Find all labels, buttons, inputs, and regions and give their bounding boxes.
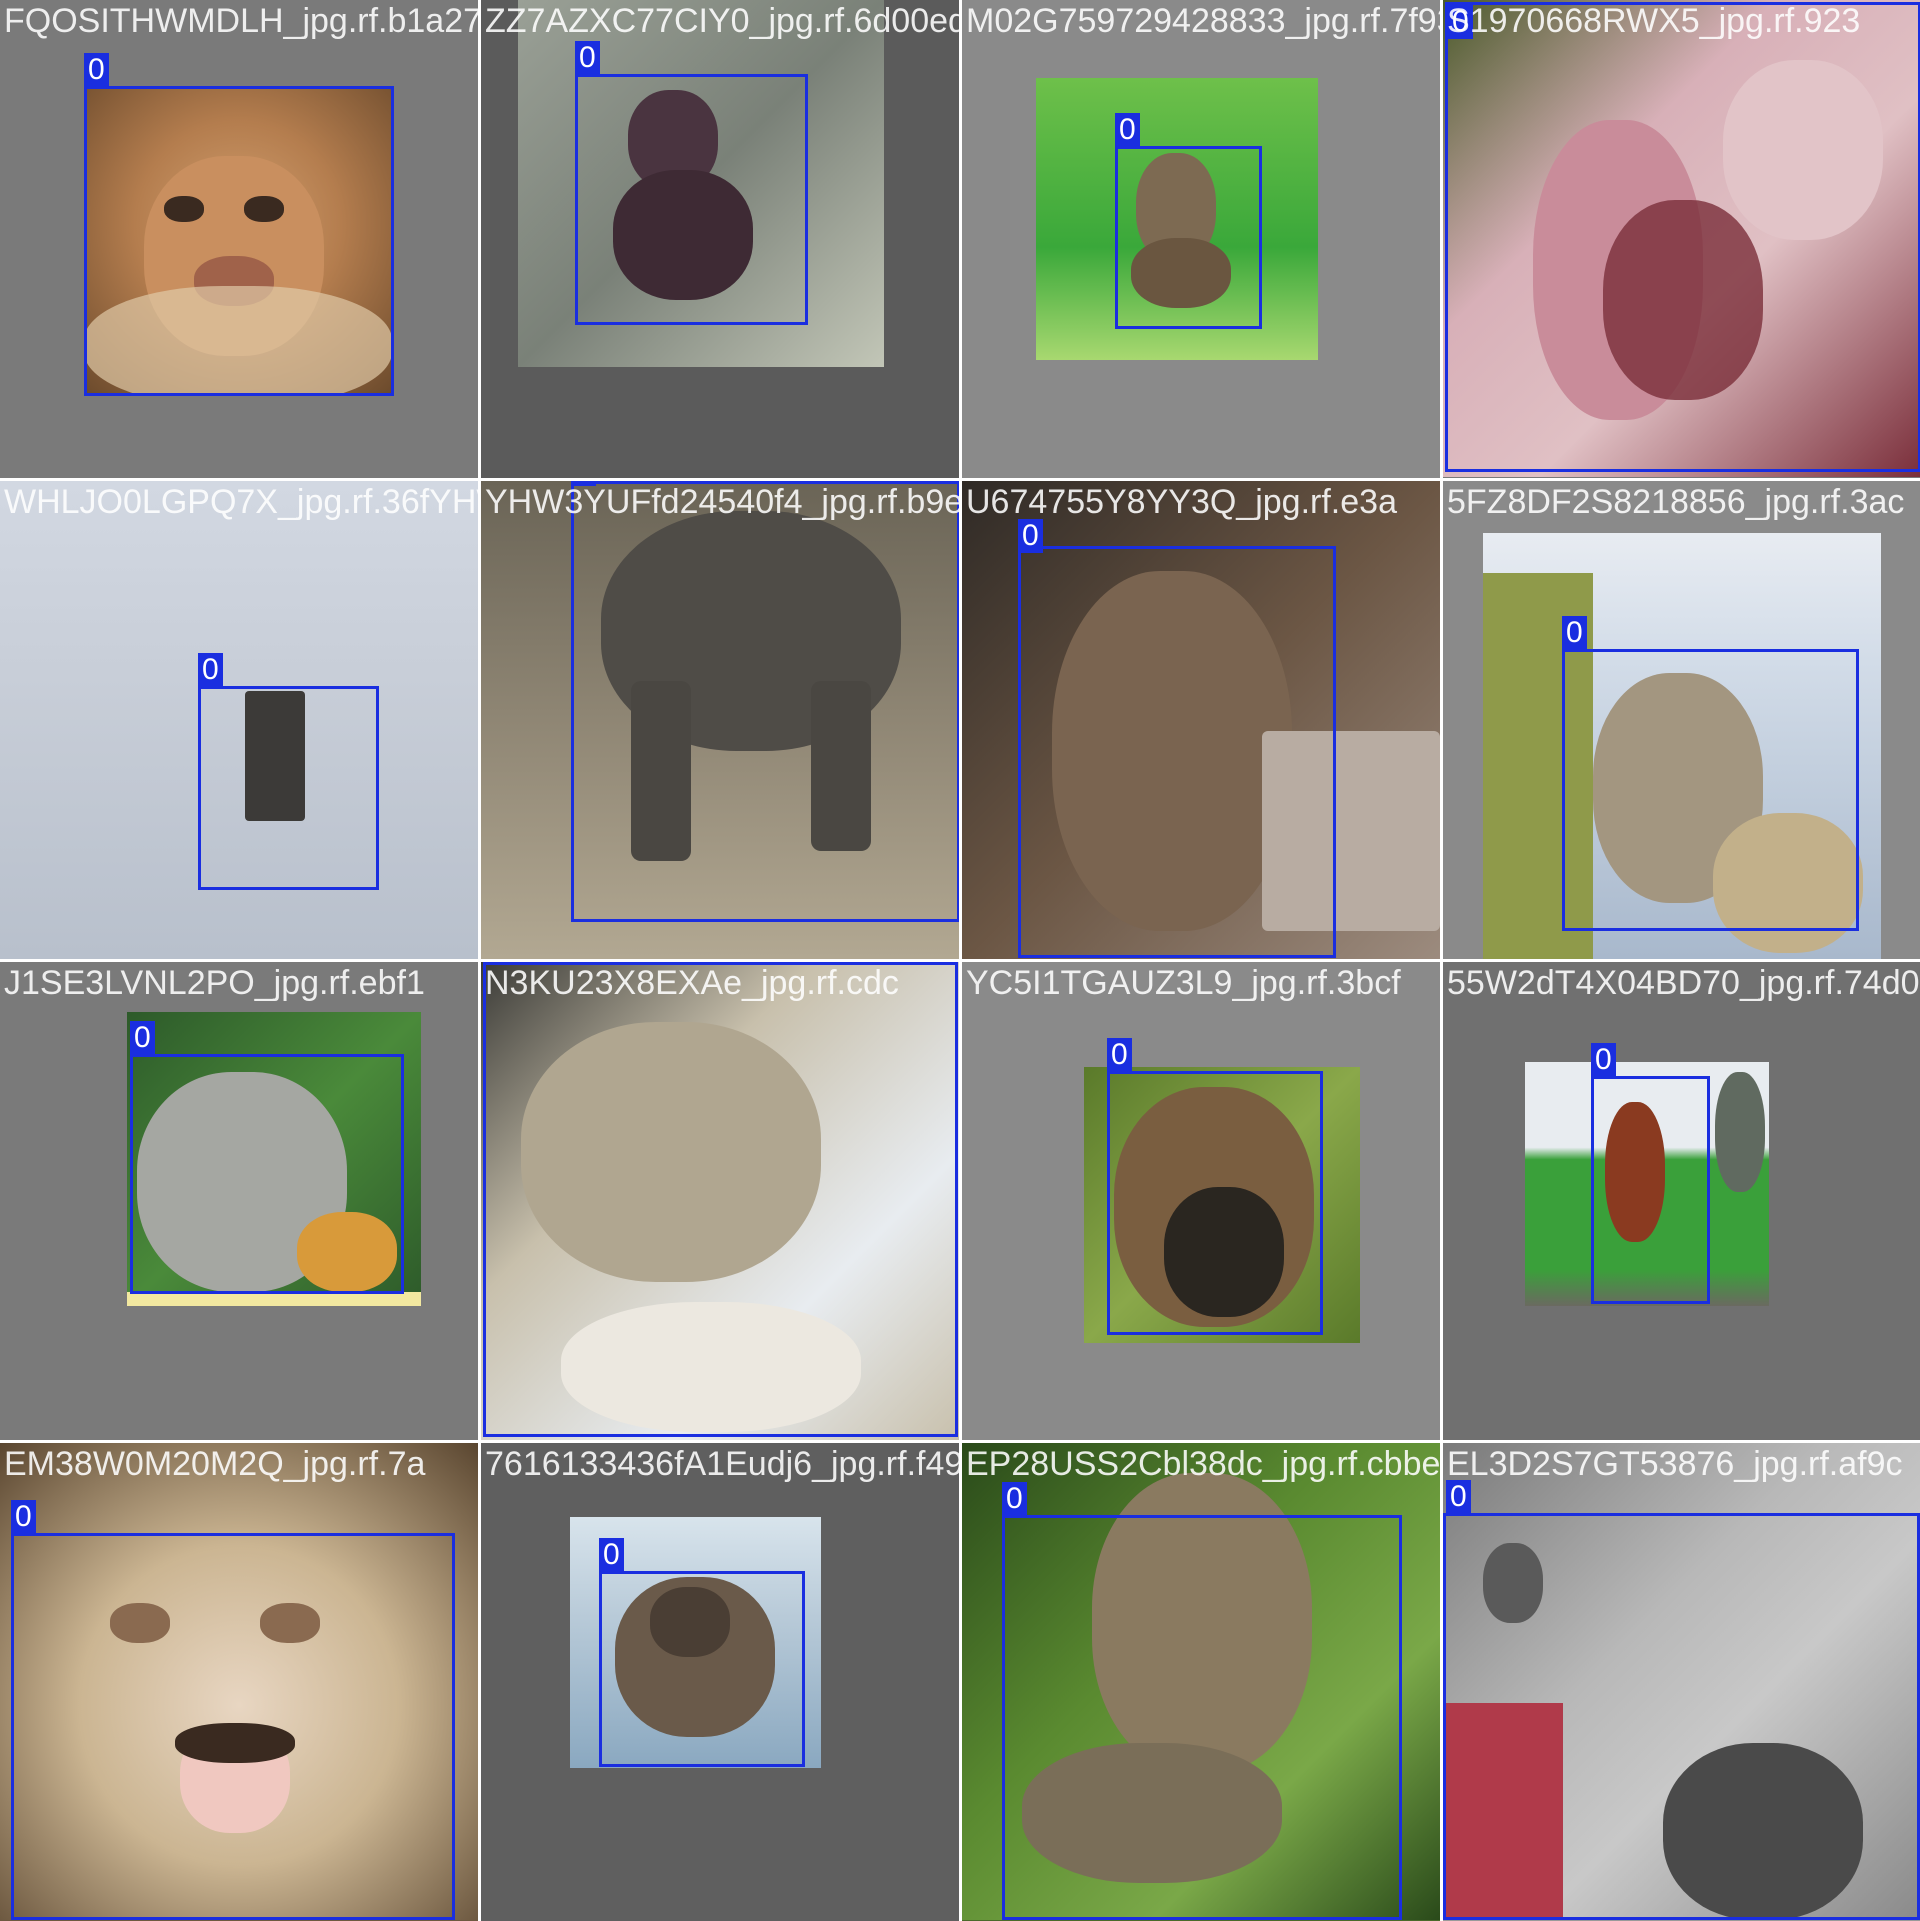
tile-8: 0 5FZ8DF2S8218856_jpg.rf.3ac — [1443, 481, 1920, 959]
tile-12: 0 55W2dT4X04BD70_jpg.rf.74d0 — [1443, 962, 1920, 1440]
box-label: 0 — [575, 41, 600, 75]
tile-filename: 5FZ8DF2S8218856_jpg.rf.3ac — [1447, 483, 1905, 521]
box-label: 0 — [1115, 113, 1140, 147]
box-label: 0 — [599, 1538, 624, 1572]
box-label: 0 — [1002, 1482, 1027, 1516]
tile-filename: 55W2dT4X04BD70_jpg.rf.74d0 — [1447, 964, 1920, 1002]
bounding-box: 0 — [1591, 1043, 1710, 1304]
bounding-box: 0 — [130, 1021, 404, 1294]
bounding-box: 0 — [571, 481, 959, 922]
box-label: 0 — [571, 481, 596, 486]
box-label: 0 — [1562, 616, 1587, 650]
box-label: 0 — [1591, 1043, 1616, 1077]
bounding-box: 0 — [599, 1538, 805, 1767]
tile-1: 0 FQOSITHWMDLH_jpg.rf.b1a2743bd247dfd068… — [0, 0, 478, 478]
tile-filename: 7616133436fA1Eudj6_jpg.rf.f49c0 — [485, 1445, 959, 1483]
tile-6: 0 YHW3YUFfd24540f4_jpg.rf.b9e — [481, 481, 959, 959]
bounding-box: 0 — [1107, 1038, 1323, 1335]
box-label: 0 — [84, 53, 109, 87]
tile-9: 0 J1SE3LVNL2PO_jpg.rf.ebf1 — [0, 962, 478, 1440]
tile-14: 0 7616133436fA1Eudj6_jpg.rf.f49c0 — [481, 1443, 959, 1921]
tile-5: 0 WHLJO0LGPQ7X_jpg.rf.36fYHW3YUFfd24540f… — [0, 481, 478, 959]
tile-16: 0 EL3D2S7GT53876_jpg.rf.af9c — [1443, 1443, 1920, 1921]
box-label: 0 — [1446, 1480, 1471, 1514]
tile-7: 0 U674755Y8YY3Q_jpg.rf.e3a — [962, 481, 1440, 959]
bounding-box: 0 — [1115, 113, 1262, 329]
tile-15: 0 EP28USS2Cbl38dc_jpg.rf.cbbe — [962, 1443, 1440, 1921]
tile-filename: M02G759729428833_jpg.rf.7f93852a8c266097… — [966, 2, 1440, 40]
tile-filename: J1SE3LVNL2PO_jpg.rf.ebf1 — [4, 964, 425, 1002]
tile-4: 0 S1970668RWX5_jpg.rf.923 — [1443, 0, 1920, 478]
bounding-box: 0 — [11, 1500, 455, 1920]
bounding-box: 0 — [1562, 616, 1859, 931]
bounding-box: 0 — [483, 962, 958, 1437]
box-label: 0 — [1448, 5, 1473, 39]
box-label: 0 — [198, 653, 223, 687]
box-label: 0 — [1107, 1038, 1132, 1072]
box-label: 0 — [483, 962, 508, 965]
tile-filename: FQOSITHWMDLH_jpg.rf.b1a2743bd247dfd06821 — [4, 2, 478, 40]
mosaic-grid: 0 FQOSITHWMDLH_jpg.rf.b1a2743bd247dfd068… — [0, 0, 1920, 1921]
box-label: 0 — [130, 1021, 155, 1055]
bounding-box: 0 — [1018, 519, 1336, 958]
box-label: 0 — [1018, 519, 1043, 553]
tile-13: 0 EM38W0M20M2Q_jpg.rf.7a — [0, 1443, 478, 1921]
tile-10: 0 N3KU23X8EXAe_jpg.rf.cdc — [481, 962, 959, 1440]
box-label: 0 — [11, 1500, 36, 1534]
bounding-box: 0 — [198, 653, 379, 890]
tile-3: 0 M02G759729428833_jpg.rf.7f93852a8c2660… — [962, 0, 1440, 478]
bounding-box: 0 — [575, 41, 808, 325]
tile-filename: YC5I1TGAUZ3L9_jpg.rf.3bcf — [966, 964, 1401, 1002]
tile-11: 0 YC5I1TGAUZ3L9_jpg.rf.3bcf — [962, 962, 1440, 1440]
bounding-box: 0 — [1002, 1482, 1402, 1920]
tile-2: 0 ZZ7AZXC77CIY0_jpg.rf.6d00ed0c867597294… — [481, 0, 959, 478]
bounding-box: 0 — [1443, 1480, 1920, 1920]
bounding-box: 0 — [1445, 2, 1920, 472]
bounding-box: 0 — [84, 53, 394, 396]
